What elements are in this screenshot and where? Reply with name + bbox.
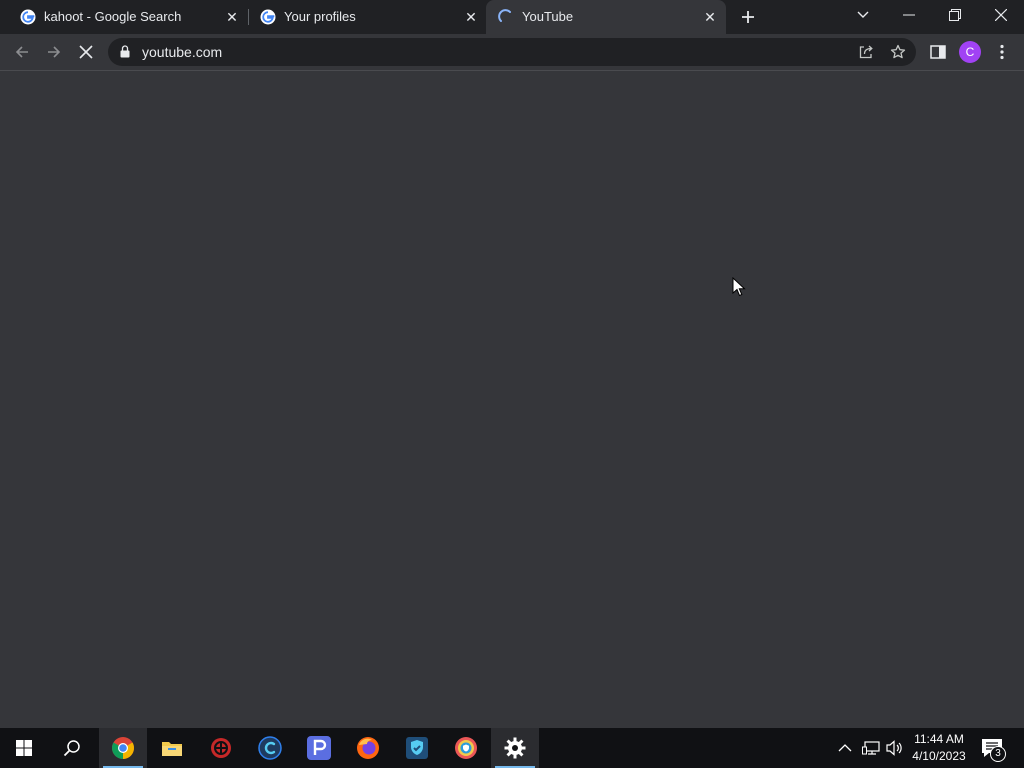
close-icon	[995, 9, 1007, 21]
clock-time: 11:44 AM	[914, 732, 964, 746]
tab-kahoot-search[interactable]: kahoot - Google Search ✕	[8, 0, 248, 34]
side-panel-icon	[930, 45, 946, 59]
network-button[interactable]	[862, 728, 880, 768]
stop-loading-button[interactable]	[76, 42, 96, 62]
google-icon	[260, 9, 276, 25]
shield-app-icon	[406, 737, 428, 759]
taskbar-chrome[interactable]	[99, 728, 147, 768]
taskbar-app-red[interactable]	[197, 728, 245, 768]
forward-button[interactable]	[44, 42, 64, 62]
browser-toolbar: youtube.com C	[0, 34, 1024, 71]
share-icon[interactable]	[858, 44, 874, 60]
clock-date: 4/10/2023	[912, 749, 966, 763]
lock-icon[interactable]	[120, 45, 130, 58]
restore-button[interactable]	[932, 0, 978, 30]
new-tab-icon[interactable]	[738, 7, 758, 27]
restore-icon	[949, 9, 961, 21]
taskbar-vpn[interactable]	[442, 728, 490, 768]
forward-arrow-icon	[48, 46, 61, 58]
close-tab-icon[interactable]: ✕	[224, 9, 240, 25]
firefox-icon	[357, 737, 379, 759]
profile-avatar[interactable]: C	[959, 41, 981, 63]
vpn-icon	[455, 737, 477, 759]
taskbar-firefox[interactable]	[344, 728, 392, 768]
chevron-up-icon	[838, 744, 852, 752]
network-icon	[862, 741, 880, 755]
windows-start-icon	[16, 740, 32, 756]
volume-icon	[886, 740, 902, 756]
tab-title: Your profiles	[284, 9, 356, 24]
app-icon	[211, 738, 231, 758]
kebab-menu-icon	[1000, 44, 1004, 60]
side-panel-button[interactable]	[928, 42, 948, 62]
close-window-button[interactable]	[978, 0, 1024, 30]
back-arrow-icon	[15, 46, 28, 58]
show-hidden-icons-button[interactable]	[838, 728, 852, 768]
minimize-button[interactable]	[886, 0, 932, 30]
address-bar[interactable]: youtube.com	[108, 38, 916, 66]
tab-search-button[interactable]	[840, 0, 886, 30]
loading-spinner-icon	[498, 9, 511, 22]
chevron-down-icon	[857, 11, 869, 18]
tab-title: kahoot - Google Search	[44, 9, 182, 24]
taskbar-settings[interactable]	[491, 728, 539, 768]
tab-your-profiles[interactable]: Your profiles ✕	[248, 0, 486, 34]
taskbar-file-explorer[interactable]	[148, 728, 196, 768]
tab-title: YouTube	[522, 9, 574, 24]
tab-strip: kahoot - Google Search ✕ Your profiles ✕…	[0, 0, 1024, 34]
page-content[interactable]	[0, 71, 1024, 728]
stop-icon	[79, 45, 93, 59]
taskbar-search-button[interactable]	[48, 728, 96, 768]
start-button[interactable]	[0, 728, 48, 768]
ccleaner-icon	[258, 736, 282, 760]
back-button[interactable]	[12, 42, 32, 62]
google-icon	[20, 9, 36, 25]
taskbar-p-app[interactable]	[295, 728, 343, 768]
windows-taskbar: 11:44 AM 4/10/2023 3	[0, 728, 1024, 768]
p-app-icon	[307, 736, 331, 760]
settings-gear-icon	[504, 737, 526, 759]
url-text[interactable]: youtube.com	[142, 44, 222, 60]
minimize-icon	[903, 14, 915, 16]
chrome-icon	[112, 737, 134, 759]
close-tab-icon[interactable]: ✕	[702, 9, 718, 25]
taskbar-shield-app[interactable]	[393, 728, 441, 768]
tab-youtube[interactable]: YouTube ✕	[486, 0, 726, 34]
taskbar-clock[interactable]: 11:44 AM 4/10/2023	[908, 731, 970, 765]
mouse-cursor-icon	[732, 277, 746, 297]
volume-button[interactable]	[886, 728, 904, 768]
bookmark-star-icon[interactable]	[890, 44, 906, 60]
search-icon	[63, 740, 80, 757]
notification-count-badge: 3	[990, 746, 1006, 762]
taskbar-ccleaner[interactable]	[246, 728, 294, 768]
menu-button[interactable]	[992, 42, 1012, 62]
file-explorer-icon	[162, 742, 182, 756]
close-tab-icon[interactable]: ✕	[463, 9, 479, 25]
